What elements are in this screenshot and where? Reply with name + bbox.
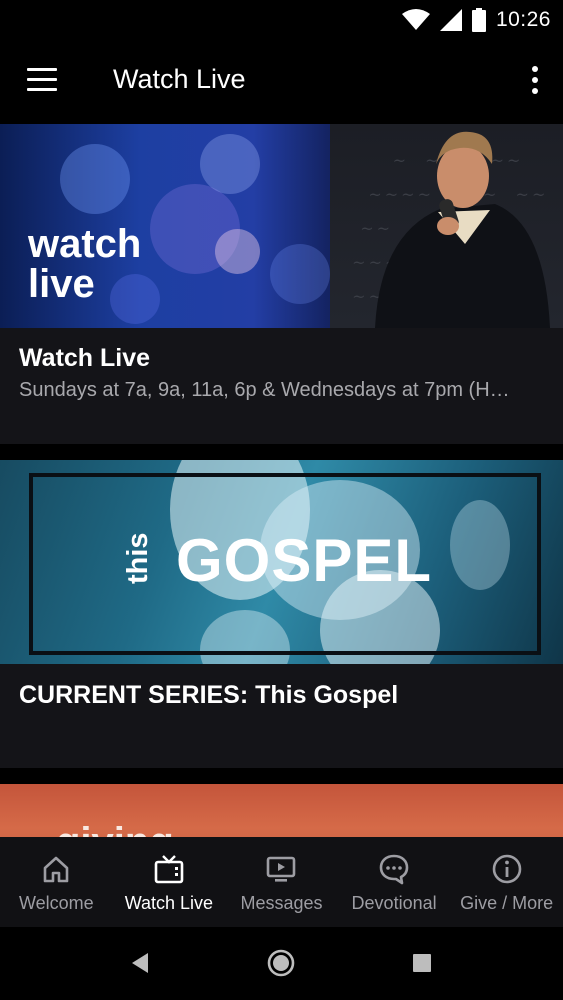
watch-live-image: ~ ~~ ~~~ ~~~~ ~~~ ~~ ~~ ~~~~ ~ ~~~ ~ ~~~… [0, 124, 563, 328]
nav-item-devotional[interactable]: Devotional [338, 837, 451, 927]
system-navigation-bar [0, 927, 563, 1000]
card-body: Watch Live Sundays at 7a, 9a, 11a, 6p & … [0, 328, 563, 444]
bokeh-light [60, 144, 130, 214]
bokeh-light [200, 134, 260, 194]
home-icon [43, 856, 69, 883]
home-circle-icon[interactable] [265, 947, 297, 979]
gospel-this-text: this [122, 532, 154, 584]
more-vert-icon[interactable] [529, 66, 541, 98]
info-icon [492, 854, 521, 884]
nav-item-give-more[interactable]: Give / More [450, 837, 563, 927]
signal-icon [439, 9, 462, 31]
card-current-series[interactable]: this GOSPEL CURRENT SERIES: This Gospel [0, 460, 563, 768]
bokeh-light [215, 229, 260, 274]
nav-item-welcome[interactable]: Welcome [0, 837, 113, 927]
card-title: CURRENT SERIES: This Gospel [19, 681, 399, 709]
giving-image: giving [0, 784, 563, 837]
card-giving[interactable]: giving [0, 784, 563, 837]
watch-live-image-text: watch live [28, 222, 142, 306]
card-subtitle: Sundays at 7a, 9a, 11a, 6p & Wednesdays … [19, 379, 510, 401]
giving-image-text: giving [56, 820, 174, 837]
this-gospel-image: this GOSPEL [0, 460, 563, 664]
page-title: Watch Live [113, 64, 246, 94]
card-watch-live[interactable]: ~ ~~ ~~~ ~~~~ ~~~ ~~ ~~ ~~~~ ~ ~~~ ~ ~~~… [0, 124, 563, 444]
recents-icon[interactable] [406, 947, 438, 979]
nav-label: Welcome [18, 893, 94, 913]
status-time: 10:26 [495, 8, 551, 31]
nav-label: Watch Live [124, 893, 214, 913]
app-bar: Watch Live [0, 40, 563, 124]
back-icon[interactable] [126, 947, 158, 979]
content-feed[interactable]: ~ ~~ ~~~ ~~~~ ~~~ ~~ ~~ ~~~~ ~ ~~~ ~ ~~~… [0, 124, 563, 837]
video-player-icon [267, 856, 296, 882]
nav-label: Give / More [460, 893, 554, 913]
nav-label: Devotional [351, 893, 437, 913]
gospel-title-text: GOSPEL [176, 527, 433, 594]
status-icons: 10:26 [401, 6, 551, 34]
nav-item-watch-live[interactable]: Watch Live [113, 837, 226, 927]
speaker-figure [375, 131, 550, 328]
card-title: Watch Live [19, 344, 151, 372]
chat-bubble-icon [379, 854, 409, 885]
bokeh-light [270, 244, 330, 304]
bottom-navigation: Welcome Watch Live Messages Devotional G… [0, 837, 563, 927]
tv-icon [154, 855, 184, 884]
hamburger-menu-icon[interactable] [24, 68, 60, 96]
nav-label: Messages [240, 893, 323, 913]
nav-item-messages[interactable]: Messages [225, 837, 338, 927]
card-body: CURRENT SERIES: This Gospel [0, 664, 563, 768]
speaker-photo: ~ ~~ ~~~ ~~~~ ~~~ ~~ ~~ ~~~~ ~ ~~~ ~ ~~~… [330, 124, 563, 328]
battery-icon [471, 8, 486, 32]
wifi-icon [401, 9, 430, 30]
status-bar: 10:26 [0, 0, 563, 40]
